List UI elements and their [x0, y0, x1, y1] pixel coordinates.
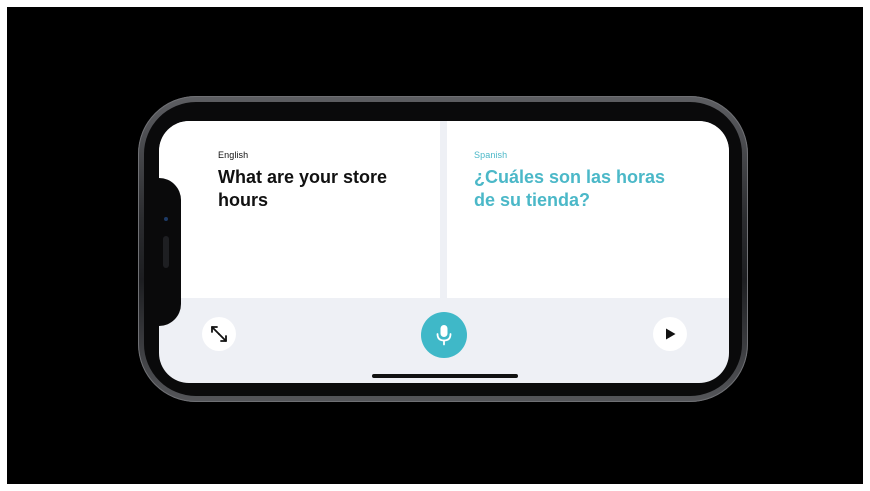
source-phrase: What are your store hours	[218, 167, 388, 210]
earpiece-speaker	[163, 236, 169, 268]
microphone-icon	[436, 325, 452, 346]
play-icon	[666, 328, 676, 340]
play-button[interactable]	[653, 317, 687, 351]
front-camera	[164, 217, 168, 221]
home-indicator[interactable]	[372, 374, 518, 378]
target-language-label: Spanish	[474, 150, 508, 160]
expand-icon	[211, 326, 227, 342]
expand-button[interactable]	[202, 317, 236, 351]
microphone-button[interactable]	[421, 312, 467, 358]
translated-phrase: ¿Cuáles son las horas de su tienda?	[474, 167, 666, 210]
translation-card[interactable]: Spanish ¿Cuáles son las horas de su tien…	[447, 121, 729, 298]
source-language-label: English	[218, 150, 249, 160]
source-card[interactable]: English What are your store hours	[159, 121, 440, 298]
